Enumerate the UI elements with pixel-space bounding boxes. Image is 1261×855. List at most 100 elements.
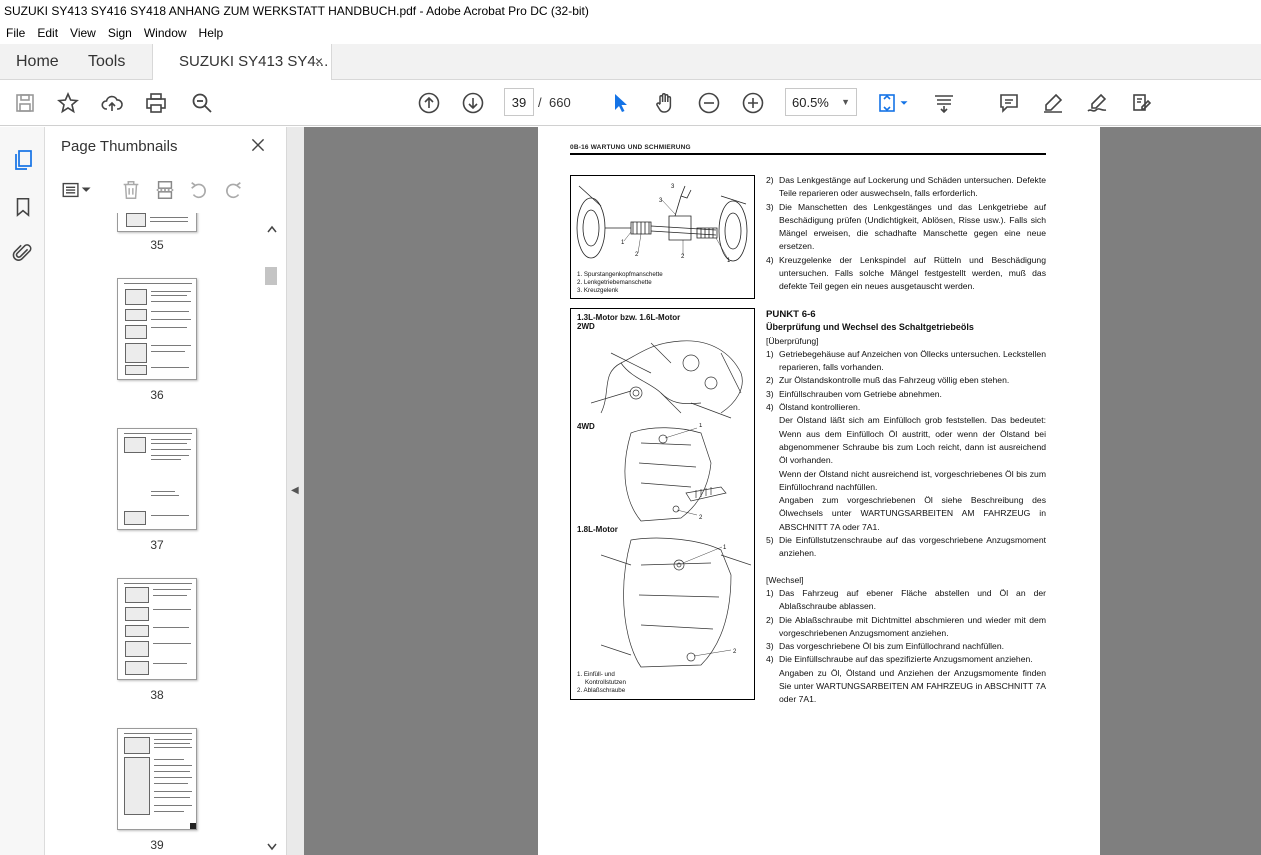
list-item: 2) Die Ablaßschraube mit Dichtmittel absc… — [766, 614, 1046, 638]
list-item: 4) Ölstand kontrollieren. — [766, 402, 861, 413]
thumbnail-page[interactable] — [117, 278, 197, 380]
print-icon[interactable] — [142, 89, 170, 117]
page-thumbnails-icon[interactable] — [10, 147, 36, 173]
main-toolbar — [0, 80, 1261, 196]
attachments-icon[interactable] — [10, 240, 36, 266]
rotate-clockwise-icon[interactable] — [220, 177, 246, 203]
menu-file[interactable]: File — [0, 22, 31, 44]
scroll-up-icon — [267, 225, 277, 233]
sign-icon[interactable] — [1083, 89, 1111, 117]
figure-steering-linkage: 3 1 2 2 1 3 1. Spurstangenkopfmanschette… — [570, 175, 755, 299]
thumbnail-label: 36 — [150, 388, 164, 402]
upload-cloud-icon[interactable] — [98, 89, 126, 117]
tab-tools[interactable]: Tools — [88, 44, 125, 80]
list-item: 5) Die Einfüllstutzenschraube auf das vor… — [766, 535, 1046, 559]
scroll-down-icon — [267, 843, 277, 851]
figure-label: 2WD — [577, 322, 595, 331]
thumbnail-label: 38 — [150, 688, 164, 702]
paragraph: Wenn der Ölstand nicht ausreichend ist, … — [779, 468, 1046, 492]
caption-line: Kontrollstutzen — [585, 679, 626, 686]
section-subtitle: Überprüfung und Wechsel des Schaltgetrie… — [766, 322, 974, 333]
tab-close-icon[interactable]: × — [315, 53, 323, 69]
panel-title: Page Thumbnails — [61, 138, 178, 155]
menu-window[interactable]: Window — [138, 22, 193, 44]
menu-view[interactable]: View — [64, 22, 102, 44]
next-page-icon[interactable] — [459, 89, 487, 117]
menu-help[interactable]: Help — [193, 22, 230, 44]
menu-sign[interactable]: Sign — [102, 22, 138, 44]
list-item: 3) Einfüllschrauben vom Getriebe abnehmen… — [766, 388, 942, 399]
zoom-in-icon[interactable] — [739, 89, 767, 117]
list-item: 4) Kreuzgelenke der Lenkspindel auf Rütte… — [766, 254, 1046, 292]
thumbnail-page[interactable] — [117, 213, 197, 232]
figure-label: 1.8L-Motor — [577, 525, 618, 534]
close-panel-icon[interactable] — [248, 135, 268, 155]
thumbnail-options-icon[interactable] — [59, 177, 95, 203]
thumbnail-page[interactable] — [117, 428, 197, 530]
svg-text:2: 2 — [635, 252, 639, 258]
bookmarks-icon[interactable] — [10, 194, 36, 220]
tab-bar: Home Tools SUZUKI SY413 SY4... × — [0, 44, 1261, 81]
collapse-panel-handle[interactable]: ◀ — [287, 127, 304, 855]
list-item: 4) Die Einfüllschraube auf das spezifizie… — [766, 654, 1033, 665]
fit-page-dropdown-icon[interactable] — [897, 89, 911, 117]
thumbnail-list: 35 36 37 38 39 — [45, 213, 263, 855]
window-title: SUZUKI SY413 SY416 SY418 ANHANG ZUM WERK… — [0, 0, 1261, 22]
text-column-section: PUNKT 6-6 Überprüfung und Wechsel des Sc… — [766, 308, 1046, 707]
highlight-pen-icon[interactable] — [1039, 89, 1067, 117]
thumbnail-label: 35 — [150, 238, 164, 252]
hand-tool-icon[interactable] — [651, 89, 679, 117]
extract-pages-icon[interactable] — [152, 177, 178, 203]
select-cursor-icon[interactable] — [606, 89, 634, 117]
menu-edit[interactable]: Edit — [31, 22, 64, 44]
previous-page-icon[interactable] — [415, 89, 443, 117]
list-item: 3) Das vorgeschriebene Öl bis zum Einfüll… — [766, 641, 1004, 652]
thumbnail-page[interactable] — [117, 578, 197, 680]
svg-text:3: 3 — [671, 184, 675, 190]
tab-home[interactable]: Home — [16, 44, 59, 80]
zoom-search-icon[interactable] — [188, 89, 216, 117]
page-separator: / — [538, 95, 542, 110]
thumbnails-panel: Page Thumbnails 35 36 37 38 39 — [45, 127, 287, 855]
text-column-top: 2) Das Lenkgestänge auf Lockerung und Sch… — [766, 174, 1046, 294]
zoom-select[interactable]: 60.5% ▼ — [785, 88, 857, 116]
figure-label: 1.3L-Motor bzw. 1.6L-Motor — [577, 313, 681, 322]
zoom-value: 60.5% — [792, 95, 829, 110]
thumbnail-label: 37 — [150, 538, 164, 552]
bookmark-star-icon[interactable] — [54, 89, 82, 117]
transmission-4wd-illustration: 12 — [624, 423, 727, 522]
list-item: 1) Das Fahrzeug auf ebener Fläche abstell… — [766, 587, 1046, 612]
scroll-mode-icon[interactable] — [930, 89, 958, 117]
list-item: 2) Das Lenkgestänge auf Lockerung und Sch… — [766, 175, 1046, 199]
stamp-tools-icon[interactable] — [1127, 89, 1155, 117]
svg-text:2: 2 — [733, 649, 737, 655]
caption-line: 1. Spurstangenkopfmanschette — [577, 271, 663, 278]
thumbnail-page-current[interactable] — [117, 728, 197, 830]
comment-icon[interactable] — [995, 89, 1023, 117]
tab-document-label: SUZUKI SY413 SY4... — [179, 53, 329, 70]
figure-transmission: 1.3L-Motor bzw. 1.6L-Motor 2WD 4WD 1 2 1… — [570, 308, 755, 700]
delete-page-icon[interactable] — [118, 177, 144, 203]
svg-text:1: 1 — [699, 423, 703, 429]
svg-text:1: 1 — [723, 545, 727, 551]
total-pages: 660 — [549, 95, 571, 110]
paragraph: Angaben zu Öl, Ölstand und Anziehen der … — [779, 667, 1046, 705]
tab-document[interactable]: SUZUKI SY413 SY4... × — [152, 44, 332, 81]
collapse-arrow-icon: ◀ — [291, 485, 299, 496]
section-title: PUNKT 6-6 — [766, 309, 816, 320]
svg-text:2: 2 — [699, 515, 703, 521]
thumbnail-toolbar — [45, 175, 285, 205]
list-item: 2) Zur Ölstandskontrolle muß das Fahrzeug… — [766, 375, 1010, 386]
zoom-out-icon[interactable] — [695, 89, 723, 117]
menu-bar: File Edit View Sign Window Help — [0, 22, 1261, 44]
thumbnail-scrollbar[interactable] — [263, 213, 281, 855]
paragraph: Der Ölstand läßt sich am Einfülloch grob… — [779, 415, 1046, 466]
save-icon[interactable] — [11, 89, 39, 117]
scroll-thumb[interactable] — [265, 267, 277, 285]
page-number-input[interactable]: 39 — [504, 88, 534, 116]
left-rail — [0, 127, 45, 855]
check-label: [Überprüfung] — [766, 335, 819, 346]
document-viewer[interactable]: 0B-16 WARTUNG UND SCHMIERUNG 3 1 2 2 1 3… — [304, 127, 1261, 855]
steering-linkage-illustration: 3 1 2 2 1 3 — [576, 184, 748, 264]
rotate-counterclockwise-icon[interactable] — [186, 177, 212, 203]
